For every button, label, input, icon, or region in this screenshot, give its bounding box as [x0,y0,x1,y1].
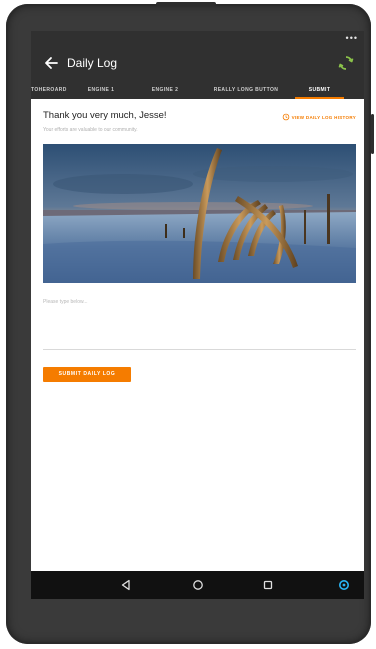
assistant-icon[interactable] [337,578,351,592]
tab-really-long-button[interactable]: REALLY LONG BUTTON [197,81,295,99]
tab-bar: TOHEROARD ENGINE 1 ENGINE 2 REALLY LONG … [31,81,364,99]
screen: ••• Daily Log TOHEROARD ENGINE 1 ENGINE … [31,31,364,599]
tablet-frame: ••• Daily Log TOHEROARD ENGINE 1 ENGINE … [6,2,374,644]
tab-engine-1[interactable]: ENGINE 1 [69,81,133,99]
thank-you-heading: Thank you very much, Jesse! [43,110,167,121]
square-recents-icon[interactable] [261,578,275,592]
arrow-left-icon[interactable] [41,53,61,73]
tab-dashboard[interactable]: TOHEROARD [31,81,69,99]
device-side-button [371,114,374,154]
view-history-label: VIEW DAILY LOG HISTORY [291,114,356,120]
page-title: Daily Log [67,56,118,70]
main-content: Thank you very much, Jesse! Your efforts… [31,99,364,571]
hero-image [43,144,356,283]
submit-daily-log-button[interactable]: SUBMIT DAILY LOG [43,367,131,382]
status-bar: ••• [31,31,364,45]
status-indicator: ••• [345,33,358,43]
history-icon [282,113,289,121]
app-bar: Daily Log [31,45,364,81]
notes-input-underline [43,349,356,350]
subtext: Your efforts are valuable to our communi… [43,127,138,133]
notes-input[interactable]: Please type below... [43,299,87,306]
navigation-bar [31,571,364,599]
device-top-edge [156,2,216,6]
sync-icon[interactable] [336,53,356,73]
circle-home-icon[interactable] [191,578,205,592]
tab-engine-2[interactable]: ENGINE 2 [133,81,197,99]
tab-submit[interactable]: SUBMIT [295,81,344,99]
triangle-back-icon[interactable] [119,578,133,592]
view-history-link[interactable]: VIEW DAILY LOG HISTORY [282,113,356,121]
